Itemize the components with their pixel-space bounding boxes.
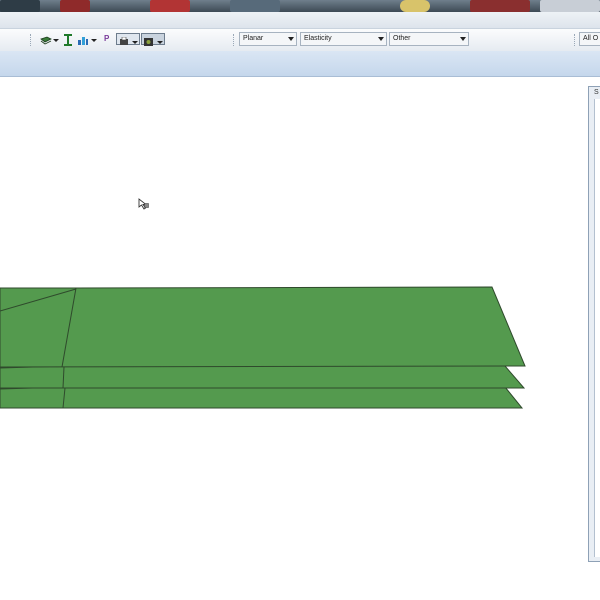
chevron-down-icon[interactable] — [91, 33, 97, 45]
planar-combo-value: Planar — [243, 35, 264, 42]
plate-bottom[interactable] — [0, 386, 524, 409]
toolbar-grip[interactable] — [30, 34, 33, 46]
pen-label[interactable]: P — [104, 33, 116, 45]
plate-top[interactable] — [0, 286, 526, 368]
i-beam-icon[interactable] — [62, 33, 74, 46]
ribbon-bar — [0, 51, 600, 77]
model-scene — [0, 286, 526, 409]
print-button[interactable] — [116, 33, 140, 45]
main-toolbar: P Planar Elasticity Other All O — [0, 28, 600, 52]
layer-icon[interactable] — [40, 33, 52, 45]
mouse-cursor-icon — [138, 197, 150, 215]
filter-combo-value: All O — [583, 35, 599, 42]
side-panel-content[interactable] — [594, 99, 600, 557]
chevron-down-icon[interactable] — [53, 33, 59, 45]
chevron-down-icon — [378, 37, 384, 41]
chevron-down-icon — [288, 37, 294, 41]
side-panel: S — [588, 86, 600, 562]
camera-button[interactable] — [141, 33, 165, 46]
menu-strip — [0, 12, 600, 28]
chart-icon[interactable] — [77, 33, 89, 45]
chevron-down-icon — [460, 37, 466, 41]
other-combo[interactable]: Other — [389, 32, 469, 46]
toolbar-grip[interactable] — [233, 34, 236, 46]
plate-middle[interactable] — [0, 365, 526, 389]
side-panel-label: S — [594, 89, 599, 96]
toolbar-grip[interactable] — [574, 34, 577, 46]
other-combo-value: Other — [393, 35, 411, 42]
planar-combo[interactable]: Planar — [239, 32, 297, 46]
elasticity-combo-value: Elasticity — [304, 35, 332, 42]
3d-viewport[interactable] — [0, 77, 588, 600]
elasticity-combo[interactable]: Elasticity — [300, 32, 387, 46]
window-title-bar — [0, 0, 600, 12]
filter-combo[interactable]: All O — [579, 32, 600, 46]
